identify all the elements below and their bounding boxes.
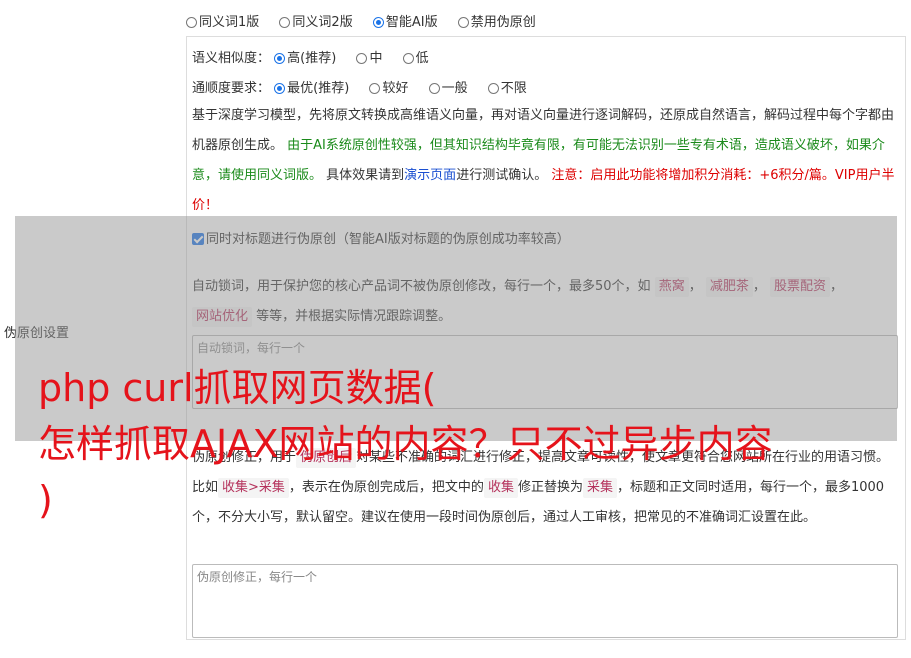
- fluency-label: 通顺度要求：: [192, 81, 271, 96]
- fluency-row: 通顺度要求： 最优(推荐) 较好 一般 不限: [192, 77, 543, 96]
- radio-icon[interactable]: [279, 17, 291, 28]
- version-option-ai[interactable]: 智能AI版: [372, 11, 438, 30]
- similarity-high[interactable]: 高(推荐): [274, 47, 336, 66]
- radio-icon[interactable]: [487, 83, 499, 94]
- watermark-title: php curl抓取网页数据( 怎样抓取AJAX网站的内容？只不过异步内容 ): [38, 366, 773, 522]
- radio-icon[interactable]: [369, 83, 381, 94]
- radio-icon[interactable]: [428, 83, 440, 94]
- radio-icon[interactable]: [402, 53, 414, 64]
- fluency-normal[interactable]: 一般: [428, 77, 468, 96]
- fluency-good[interactable]: 较好: [369, 77, 408, 96]
- ai-description: 基于深度学习模型，先将原文转换成高维语义向量，再对语义向量进行逐词解码，还原成自…: [192, 108, 895, 213]
- version-option-disable[interactable]: 禁用伪原创: [457, 11, 536, 30]
- correction-input[interactable]: 伪原创修正，每行一个: [192, 564, 898, 638]
- radio-selected-icon[interactable]: [372, 17, 384, 28]
- version-option-synonym1[interactable]: 同义词1版: [186, 11, 259, 30]
- similarity-label: 语义相似度：: [192, 51, 271, 66]
- similarity-low[interactable]: 低: [402, 47, 429, 66]
- fluency-best[interactable]: 最优(推荐): [274, 77, 349, 96]
- radio-icon[interactable]: [356, 53, 368, 64]
- demo-page-link[interactable]: 演示页面: [404, 168, 456, 183]
- similarity-medium[interactable]: 中: [356, 47, 382, 66]
- version-option-synonym2[interactable]: 同义词2版: [279, 11, 353, 30]
- radio-selected-icon[interactable]: [274, 83, 286, 94]
- correction-placeholder: 伪原创修正，每行一个: [197, 570, 318, 584]
- radio-selected-icon[interactable]: [274, 53, 286, 64]
- radio-icon[interactable]: [186, 17, 197, 28]
- radio-icon[interactable]: [457, 17, 469, 28]
- similarity-row: 语义相似度： 高(推荐) 中 低: [192, 47, 445, 66]
- version-options: 同义词1版 同义词2版 智能AI版 禁用伪原创: [186, 11, 552, 30]
- fluency-any[interactable]: 不限: [487, 77, 527, 96]
